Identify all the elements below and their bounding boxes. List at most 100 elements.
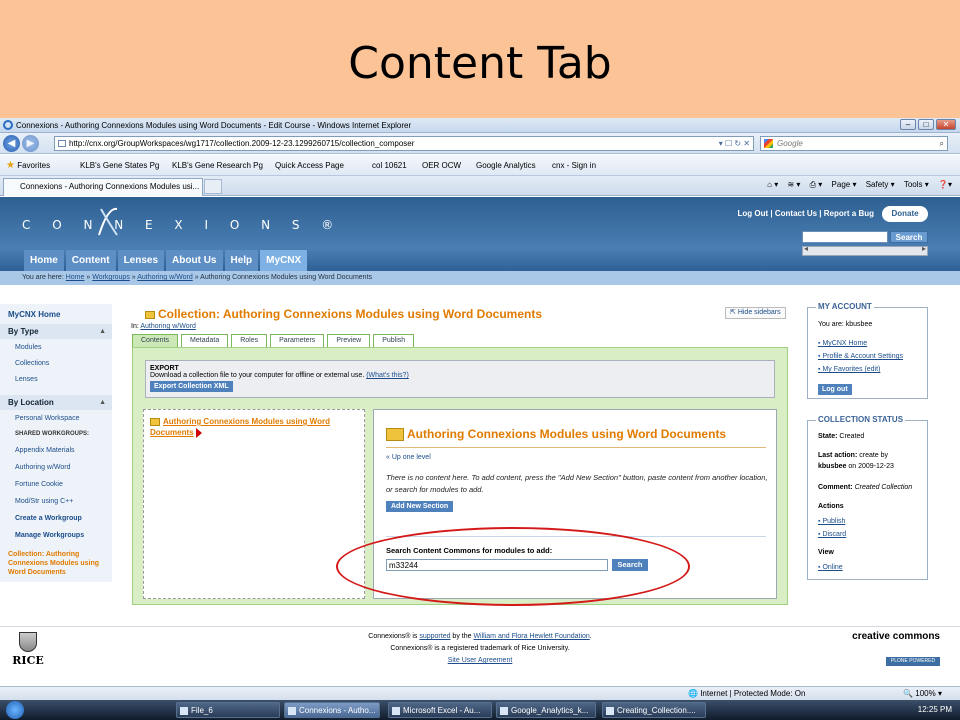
tab-metadata[interactable]: Metadata	[181, 334, 229, 347]
donate-button[interactable]: Donate	[882, 206, 928, 222]
breadcrumb-home[interactable]: Home	[66, 274, 85, 281]
discard-link[interactable]: Discard	[818, 531, 846, 538]
sidebar-item-lenses[interactable]: Lenses	[15, 376, 38, 383]
site-search-button[interactable]: Search	[890, 231, 928, 243]
tree-root-item[interactable]: Authoring Connexions Modules using Word …	[150, 417, 330, 437]
account-link-profile[interactable]: Profile & Account Settings	[818, 353, 903, 360]
nav-mycnx[interactable]: MyCNX	[260, 250, 308, 271]
sidebar-item-workgroup[interactable]: Mod/Str using C++	[15, 498, 73, 505]
back-icon[interactable]: ◀	[3, 135, 20, 152]
sidebar-heading-by-location[interactable]: By Location ▲	[0, 395, 112, 410]
new-tab-button[interactable]	[204, 179, 222, 194]
hide-sidebars-button[interactable]: ⇱ Hide sidebars	[725, 307, 786, 319]
add-new-section-button[interactable]: Add New Section	[386, 501, 454, 512]
nav-about[interactable]: About Us	[166, 250, 223, 271]
tools-menu[interactable]: Tools ▾	[904, 180, 929, 189]
refresh-stop-icons[interactable]: ▾ ☐ ↻ ✕	[719, 137, 750, 150]
maximize-icon[interactable]: □	[918, 119, 934, 130]
publish-link[interactable]: Publish	[818, 518, 845, 525]
sidebar-item-modules[interactable]: Modules	[15, 344, 41, 351]
print-icon[interactable]: ⎙ ▾	[810, 180, 823, 189]
breadcrumb-workgroups[interactable]: Workgroups	[92, 274, 130, 281]
sidebar-item-personal[interactable]: Personal Workspace	[15, 415, 79, 422]
hewlett-link[interactable]: William and Flora Hewlett Foundation	[473, 633, 589, 640]
plone-badge[interactable]: PLONE POWERED	[886, 657, 940, 666]
taskbar-item[interactable]: Creating_Collection....	[602, 702, 706, 718]
taskbar-item[interactable]: Google_Analytics_k...	[496, 702, 596, 718]
favorite-link[interactable]: col 10621	[372, 155, 407, 176]
log-out-button[interactable]: Log out	[818, 384, 852, 395]
export-xml-button[interactable]: Export Collection XML	[150, 381, 233, 392]
favorite-link[interactable]: cnx - Sign in	[552, 155, 596, 176]
google-search-input[interactable]: Google ⌕	[760, 136, 948, 151]
sidebar-current-collection[interactable]: Collection: Authoring Connexions Modules…	[0, 550, 112, 580]
close-icon[interactable]: ✕	[936, 119, 956, 130]
feeds-icon[interactable]: ≋ ▾	[787, 180, 800, 189]
sidebar-heading-by-type[interactable]: By Type ▲	[0, 324, 112, 339]
up-one-level-link[interactable]: « Up one level	[386, 454, 431, 461]
favorite-link[interactable]: Quick Access Page	[275, 155, 344, 176]
taskbar-item[interactable]: Microsoft Excel - Au...	[388, 702, 492, 718]
whats-this-link[interactable]: (What's this?)	[366, 372, 409, 379]
top-links[interactable]: Log Out | Contact Us | Report a Bug	[738, 206, 874, 222]
section-title: Authoring Connexions Modules using Word …	[386, 427, 726, 442]
tab-preview[interactable]: Preview	[327, 334, 371, 347]
sidebar-item-workgroup[interactable]: Authoring w/Word	[15, 464, 71, 471]
forward-icon[interactable]: ▶	[22, 135, 39, 152]
home-icon[interactable]: ⌂ ▾	[767, 180, 778, 189]
url-text: http://cnx.org/GroupWorkspaces/wg1717/co…	[69, 139, 415, 148]
favorite-link[interactable]: KLB's Gene Research Pg	[172, 155, 263, 176]
site-user-agreement-link[interactable]: Site User Agreement	[448, 657, 513, 664]
account-link-mycnx-home[interactable]: MyCNX Home	[818, 340, 867, 347]
search-icon[interactable]: ⌕	[940, 137, 944, 150]
favorite-link[interactable]: OER OCW	[422, 155, 461, 176]
collapse-icon[interactable]: ▲	[99, 324, 106, 339]
zoom-level[interactable]: 🔍 100% ▾	[903, 687, 942, 701]
window-title: Connexions - Authoring Connexions Module…	[16, 121, 412, 130]
divider	[386, 447, 766, 448]
taskbar-clock: 12:25 PM	[917, 705, 952, 714]
browser-tab[interactable]: Connexions - Authoring Connexions Module…	[3, 178, 203, 196]
breadcrumb-workgroup[interactable]: Authoring w/Word	[137, 274, 193, 281]
page-menu[interactable]: Page ▾	[832, 180, 857, 189]
security-zone[interactable]: 🌐 Internet | Protected Mode: On	[688, 687, 805, 701]
site-search-input[interactable]	[802, 231, 888, 243]
horizontal-scrollbar[interactable]	[802, 244, 928, 256]
collection-status-box: COLLECTION STATUS State: Created Last ac…	[807, 415, 928, 580]
favorites-button[interactable]: ★ Favorites	[6, 155, 50, 176]
tab-roles[interactable]: Roles	[231, 334, 268, 347]
nav-lenses[interactable]: Lenses	[117, 250, 165, 271]
rice-logo[interactable]: RICE	[10, 632, 46, 667]
tab-parameters[interactable]: Parameters	[270, 334, 325, 347]
supported-link[interactable]: supported	[419, 633, 450, 640]
taskbar-item-active[interactable]: Connexions - Autho...	[284, 702, 380, 718]
sidebar-item-workgroup[interactable]: Fortune Cookie	[15, 481, 63, 488]
creative-commons-logo[interactable]: creative commons	[852, 632, 940, 642]
collapse-icon[interactable]: ▲	[99, 395, 106, 410]
taskbar-item[interactable]: File_6	[176, 702, 280, 718]
sidebar-item-workgroup[interactable]: Appendix Materials	[15, 447, 75, 454]
start-button[interactable]	[6, 701, 24, 719]
parent-workgroup-link[interactable]: Authoring w/Word	[140, 323, 196, 330]
sidebar-manage-workgroups[interactable]: Manage Workgroups	[15, 532, 84, 539]
favorite-link[interactable]: KLB's Gene States Pg	[80, 155, 159, 176]
empty-message: There is no content here. To add content…	[386, 473, 768, 494]
nav-home[interactable]: Home	[24, 250, 64, 271]
connexions-logo[interactable]: C O N N E X I O N S ®	[22, 218, 342, 232]
account-link-favorites[interactable]: My Favorites (edit)	[818, 366, 880, 373]
tab-contents[interactable]: Contents	[132, 334, 179, 347]
favorites-bar: ★ Favorites KLB's Gene States Pg KLB's G…	[0, 155, 960, 176]
minimize-icon[interactable]: –	[900, 119, 916, 130]
sidebar-item-collections[interactable]: Collections	[15, 360, 49, 367]
windows-taskbar: File_6 Connexions - Autho... Microsoft E…	[0, 700, 960, 720]
favorite-link[interactable]: Google Analytics	[476, 155, 536, 176]
sidebar-create-workgroup[interactable]: Create a Workgroup	[15, 515, 82, 522]
tab-publish[interactable]: Publish	[373, 334, 415, 347]
safety-menu[interactable]: Safety ▾	[866, 180, 895, 189]
view-online-link[interactable]: Online	[818, 564, 842, 571]
nav-content[interactable]: Content	[65, 250, 116, 271]
url-input[interactable]: http://cnx.org/GroupWorkspaces/wg1717/co…	[54, 136, 754, 151]
nav-help[interactable]: Help	[224, 250, 259, 271]
sidebar-item-mycnx-home[interactable]: MyCNX Home	[8, 310, 60, 319]
help-icon[interactable]: ❓▾	[938, 180, 952, 189]
